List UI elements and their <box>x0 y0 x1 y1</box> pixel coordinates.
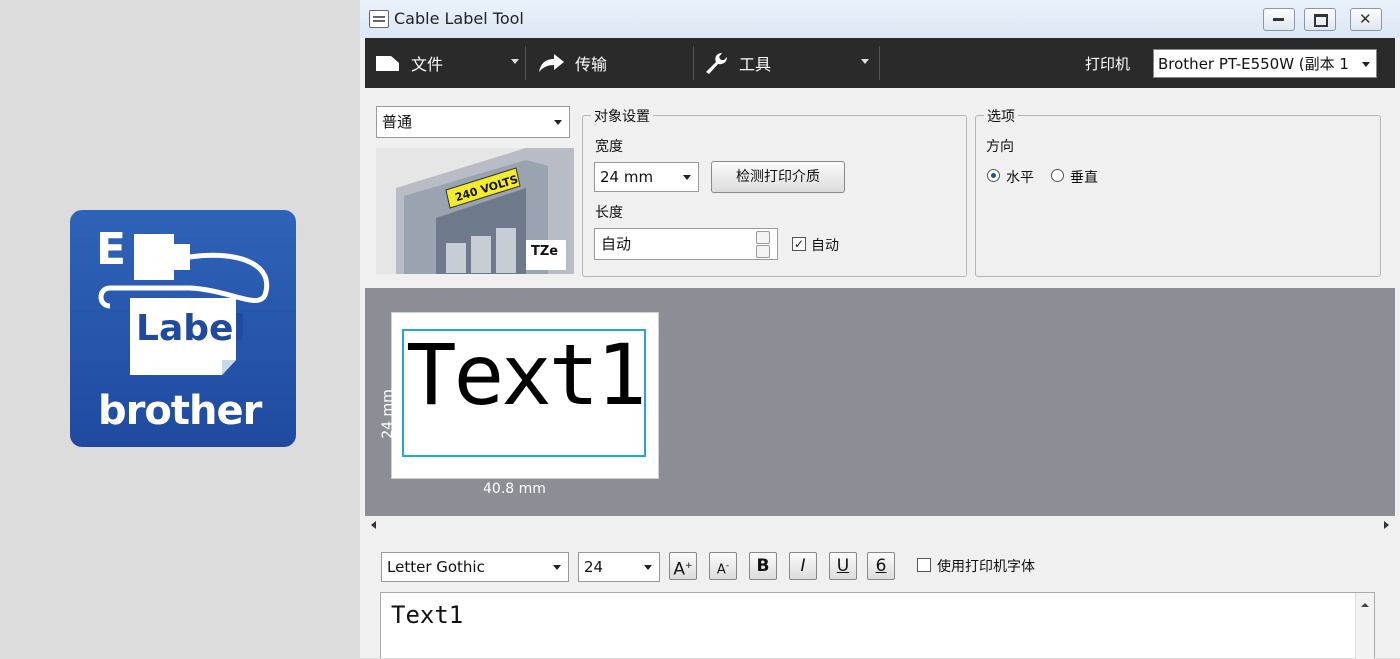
preset-select[interactable]: 普通 <box>376 106 570 138</box>
length-spin-up[interactable] <box>756 231 770 244</box>
bold-button[interactable]: B <box>749 552 777 580</box>
horizontal-radio-label: 水平 <box>1006 170 1034 186</box>
transfer-label: 传输 <box>575 55 608 74</box>
chevron-down-icon <box>553 565 561 570</box>
chevron-down-icon <box>1362 62 1370 67</box>
length-spin-down[interactable] <box>756 245 770 258</box>
font-size-select[interactable]: 24 <box>578 552 660 582</box>
printer-select-value: Brother PT-E550W (副本 1 <box>1158 55 1349 73</box>
font-toolbar: Letter Gothic 24 A+ A- B I U 6 使用打印机字体 <box>365 536 1395 592</box>
frame-button[interactable]: 6 <box>867 552 895 580</box>
chevron-down-icon <box>683 175 691 180</box>
direction-label: 方向 <box>986 139 1014 155</box>
toolbar-separator <box>879 46 880 80</box>
settings-panel: 普通 240 VOLTS TZe 对象设置 宽度 24 mm 检测打印介质 长度… <box>365 88 1395 288</box>
vertical-radio-label: 垂直 <box>1070 170 1098 186</box>
object-settings-title: 对象设置 <box>591 106 653 126</box>
tze-logo: TZe <box>531 244 559 259</box>
width-select-value: 24 mm <box>600 168 654 186</box>
wrench-icon <box>706 53 727 74</box>
printer-label: 打印机 <box>1085 55 1131 73</box>
icon-label-text: Label <box>136 308 246 349</box>
editor-text[interactable]: Text1 <box>391 601 463 629</box>
width-label: 宽度 <box>595 139 623 155</box>
tools-dropdown-arrow[interactable] <box>861 59 869 64</box>
font-size-select-value: 24 <box>584 558 604 576</box>
tools-label: 工具 <box>739 55 772 74</box>
options-title: 选项 <box>984 106 1018 126</box>
file-menu-label: 文件 <box>411 55 444 74</box>
increase-font-icon: A <box>673 559 686 580</box>
auto-checkbox[interactable]: ✓ <box>792 237 806 251</box>
width-select[interactable]: 24 mm <box>594 162 699 192</box>
minimize-button[interactable] <box>1263 8 1295 31</box>
length-input[interactable]: 自动 <box>594 228 778 260</box>
label-preview-text[interactable]: Text1 <box>406 333 647 417</box>
preset-select-value: 普通 <box>382 113 413 131</box>
label-canvas[interactable]: Text1 40.8 mm 24 mm <box>365 288 1395 516</box>
scroll-right-icon[interactable] <box>1384 521 1389 529</box>
vertical-radio[interactable] <box>1051 169 1064 182</box>
toolbar-separator <box>525 46 526 80</box>
text-editor[interactable]: Text1 <box>380 592 1375 659</box>
file-dropdown-arrow[interactable] <box>511 59 519 64</box>
editor-scrollbar[interactable] <box>1355 593 1374 659</box>
length-label: 长度 <box>595 205 623 221</box>
object-settings-group: 对象设置 宽度 24 mm 检测打印介质 长度 自动 ✓ 自动 <box>582 106 967 277</box>
tape-preview-image: 240 VOLTS TZe <box>376 148 574 274</box>
minimize-icon <box>1273 18 1284 21</box>
chevron-down-icon <box>554 120 562 125</box>
brother-logo: brother <box>98 388 262 434</box>
printer-font-label: 使用打印机字体 <box>937 559 1035 575</box>
transfer-button[interactable]: 传输 <box>537 38 607 88</box>
font-select-value: Letter Gothic <box>387 558 485 576</box>
chevron-down-icon <box>644 565 652 570</box>
detect-media-button[interactable]: 检测打印介质 <box>711 161 845 193</box>
underline-button[interactable]: U <box>829 552 857 580</box>
font-select[interactable]: Letter Gothic <box>381 552 569 582</box>
window-app-icon <box>369 10 389 28</box>
printer-select[interactable]: Brother PT-E550W (副本 1 <box>1153 49 1377 78</box>
length-input-value: 自动 <box>601 235 632 253</box>
transfer-arrow-icon <box>539 54 564 72</box>
file-icon <box>376 56 399 71</box>
toolbar-separator <box>693 46 694 80</box>
horizontal-scrollbar[interactable] <box>365 516 1395 536</box>
label-width-dimension: 40.8 mm <box>483 481 546 497</box>
file-menu[interactable]: 文件 <box>375 38 443 88</box>
italic-button[interactable]: I <box>789 552 817 580</box>
label-height-dimension: 24 mm <box>379 389 396 439</box>
app-icon: E Label brother <box>70 210 296 447</box>
icon-letter-e: E <box>96 224 127 275</box>
label-preview[interactable]: Text1 <box>391 312 659 479</box>
maximize-icon <box>1314 14 1328 27</box>
window-title: Cable Label Tool <box>394 9 524 28</box>
decrease-font-icon: A <box>716 562 726 578</box>
auto-checkbox-label: 自动 <box>811 238 839 254</box>
options-group: 选项 方向 水平 垂直 <box>975 106 1381 277</box>
close-icon: ✕ <box>1359 10 1372 28</box>
close-button[interactable]: ✕ <box>1350 8 1382 31</box>
decrease-font-button[interactable]: A- <box>709 552 737 580</box>
maximize-button[interactable] <box>1304 8 1336 31</box>
horizontal-radio[interactable] <box>987 169 1000 182</box>
printer-font-checkbox[interactable] <box>917 558 931 572</box>
main-toolbar: 文件 传输 工具 打印机 Brother PT-E550W (副本 1 <box>365 38 1395 88</box>
title-bar[interactable]: Cable Label Tool ✕ <box>360 0 1400 38</box>
scroll-left-icon[interactable] <box>371 521 376 529</box>
cable-label-tool-window: Cable Label Tool ✕ 文件 传输 工具 打印机 Brother … <box>360 0 1400 659</box>
tools-menu[interactable]: 工具 <box>703 38 771 88</box>
increase-font-button[interactable]: A+ <box>669 552 697 580</box>
